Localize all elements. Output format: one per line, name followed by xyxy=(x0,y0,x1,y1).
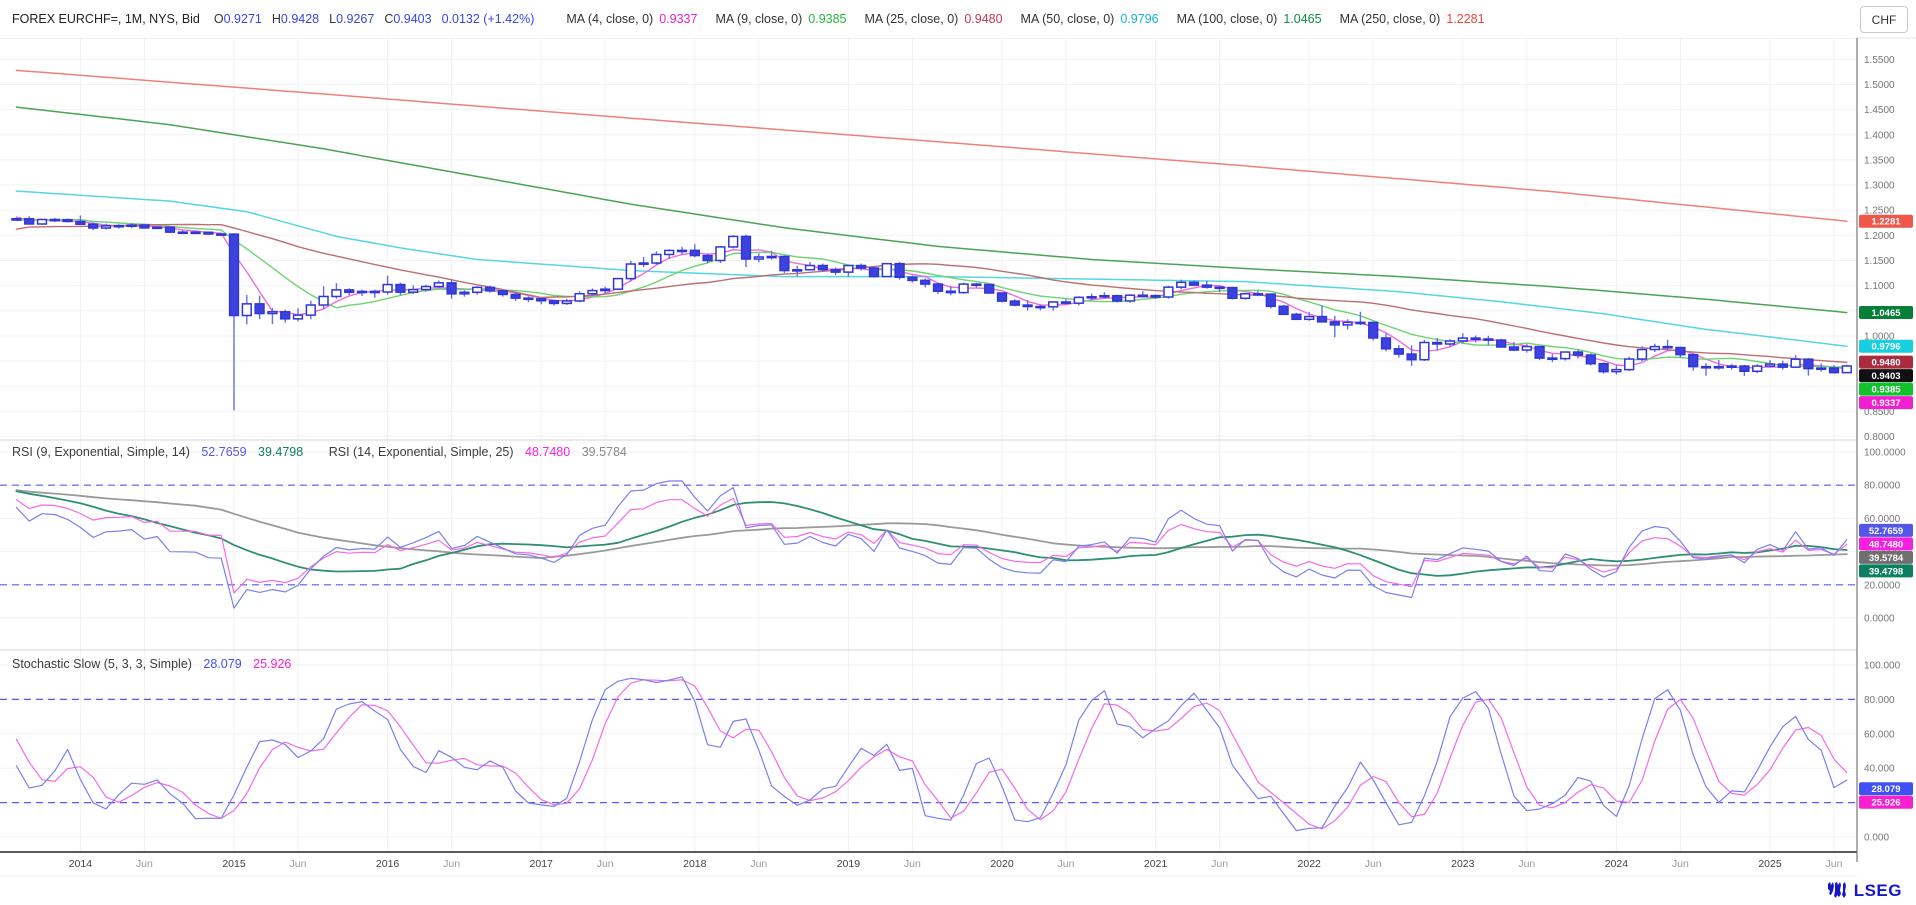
svg-text:40.000: 40.000 xyxy=(1864,764,1895,775)
svg-text:0.9385: 0.9385 xyxy=(1871,385,1901,396)
svg-text:52.7659: 52.7659 xyxy=(1869,526,1903,537)
svg-text:100.000: 100.000 xyxy=(1864,661,1901,672)
rsi-slow-signal-value: 39.5784 xyxy=(582,445,627,459)
svg-text:60.000: 60.000 xyxy=(1864,729,1895,740)
svg-text:2019: 2019 xyxy=(837,858,861,870)
svg-text:1.1500: 1.1500 xyxy=(1864,256,1895,267)
chart-application-window: 1.55001.50001.45001.40001.35001.30001.25… xyxy=(0,0,1916,905)
svg-text:25.926: 25.926 xyxy=(1871,798,1900,809)
svg-text:1.5500: 1.5500 xyxy=(1864,55,1895,66)
svg-text:0.8000: 0.8000 xyxy=(1864,432,1895,443)
svg-text:2023: 2023 xyxy=(1451,858,1475,870)
svg-text:1.5000: 1.5000 xyxy=(1864,80,1895,91)
svg-text:Jun: Jun xyxy=(290,858,307,870)
lseg-logo-icon xyxy=(1826,881,1848,901)
svg-text:39.5784: 39.5784 xyxy=(1869,553,1904,564)
open-field: O0.9271 xyxy=(214,12,262,26)
svg-text:0.9796: 0.9796 xyxy=(1871,342,1900,353)
svg-text:2021: 2021 xyxy=(1144,858,1168,870)
svg-text:Jun: Jun xyxy=(1365,858,1382,870)
lseg-brand: LSEG xyxy=(1826,881,1902,901)
svg-text:2024: 2024 xyxy=(1605,858,1629,870)
currency-button[interactable]: CHF xyxy=(1860,6,1908,33)
svg-text:2016: 2016 xyxy=(376,858,400,870)
ma25-legend: MA (25, close, 0)0.9480 xyxy=(865,12,1003,26)
time-axis-labels: 2014 Jun 2015 Jun 2016 Jun 2017 Jun 2018 Jun 2019 J… xyxy=(69,858,1843,870)
svg-text:39.4798: 39.4798 xyxy=(1869,566,1903,577)
ma50-legend: MA (50, close, 0)0.9796 xyxy=(1021,12,1159,26)
svg-text:Jun: Jun xyxy=(750,858,767,870)
ma250-legend: MA (250, close, 0)1.2281 xyxy=(1340,12,1485,26)
svg-text:Jun: Jun xyxy=(1672,858,1689,870)
svg-text:1.2000: 1.2000 xyxy=(1864,231,1895,242)
svg-text:Jun: Jun xyxy=(136,858,153,870)
rsi-fast-value: 52.7659 xyxy=(201,445,246,459)
rsi-slow-title: RSI (14, Exponential, Simple, 25) xyxy=(329,445,514,459)
svg-text:0.9480: 0.9480 xyxy=(1871,358,1900,369)
high-field: H0.9428 xyxy=(272,12,319,26)
svg-text:2018: 2018 xyxy=(683,858,707,870)
rsi-fast-signal-value: 39.4798 xyxy=(258,445,303,459)
stochastic-legend: Stochastic Slow (5, 3, 3, Simple) 28.079… xyxy=(12,657,291,671)
svg-text:Jun: Jun xyxy=(1826,858,1843,870)
rsi-fast-title: RSI (9, Exponential, Simple, 14) xyxy=(12,445,190,459)
svg-text:Jun: Jun xyxy=(1058,858,1075,870)
svg-text:80.000: 80.000 xyxy=(1864,695,1895,706)
svg-text:2020: 2020 xyxy=(990,858,1014,870)
svg-text:2025: 2025 xyxy=(1758,858,1782,870)
ma100-legend: MA (100, close, 0)1.0465 xyxy=(1177,12,1322,26)
svg-text:20.0000: 20.0000 xyxy=(1864,580,1901,591)
low-field: L0.9267 xyxy=(329,12,374,26)
svg-text:1.0465: 1.0465 xyxy=(1871,308,1901,319)
svg-text:28.079: 28.079 xyxy=(1871,784,1900,795)
svg-text:80.0000: 80.0000 xyxy=(1864,481,1901,492)
svg-text:2014: 2014 xyxy=(69,858,93,870)
svg-text:Jun: Jun xyxy=(443,858,460,870)
stochastic-d-value: 25.926 xyxy=(253,657,291,671)
svg-text:2017: 2017 xyxy=(530,858,554,870)
net-change: 0.0132 (+1.42%) xyxy=(442,12,535,26)
svg-text:0.000: 0.000 xyxy=(1864,833,1889,844)
stochastic-title: Stochastic Slow (5, 3, 3, Simple) xyxy=(12,657,192,671)
chart-header-legend: FOREX EURCHF=, 1M, NYS, Bid O0.9271 H0.9… xyxy=(0,0,1855,38)
svg-text:Jun: Jun xyxy=(904,858,921,870)
svg-text:Jun: Jun xyxy=(1211,858,1228,870)
svg-text:2015: 2015 xyxy=(222,858,246,870)
ma9-legend: MA (9, close, 0)0.9385 xyxy=(715,12,846,26)
svg-text:1.1000: 1.1000 xyxy=(1864,281,1895,292)
close-field: C0.9403 xyxy=(384,12,431,26)
svg-text:2022: 2022 xyxy=(1298,858,1322,870)
ma4-legend: MA (4, close, 0)0.9337 xyxy=(566,12,697,26)
svg-text:48.7480: 48.7480 xyxy=(1869,539,1903,550)
svg-text:1.2281: 1.2281 xyxy=(1871,217,1901,228)
svg-text:100.0000: 100.0000 xyxy=(1864,448,1906,459)
lseg-logo-text: LSEG xyxy=(1854,881,1902,901)
svg-text:0.9337: 0.9337 xyxy=(1871,398,1900,409)
svg-text:60.0000: 60.0000 xyxy=(1864,514,1901,525)
svg-text:1.4500: 1.4500 xyxy=(1864,105,1895,116)
svg-text:0.9403: 0.9403 xyxy=(1871,371,1900,382)
svg-text:Jun: Jun xyxy=(1518,858,1535,870)
stochastic-k-value: 28.079 xyxy=(203,657,241,671)
rsi-slow-value: 48.7480 xyxy=(525,445,570,459)
svg-text:1.4000: 1.4000 xyxy=(1864,130,1895,141)
svg-text:Jun: Jun xyxy=(597,858,614,870)
rsi-legend: RSI (9, Exponential, Simple, 14) 52.7659… xyxy=(12,445,627,459)
svg-text:1.3500: 1.3500 xyxy=(1864,155,1895,166)
instrument-title: FOREX EURCHF=, 1M, NYS, Bid xyxy=(12,12,200,26)
svg-text:1.3000: 1.3000 xyxy=(1864,181,1895,192)
svg-text:0.0000: 0.0000 xyxy=(1864,614,1895,625)
